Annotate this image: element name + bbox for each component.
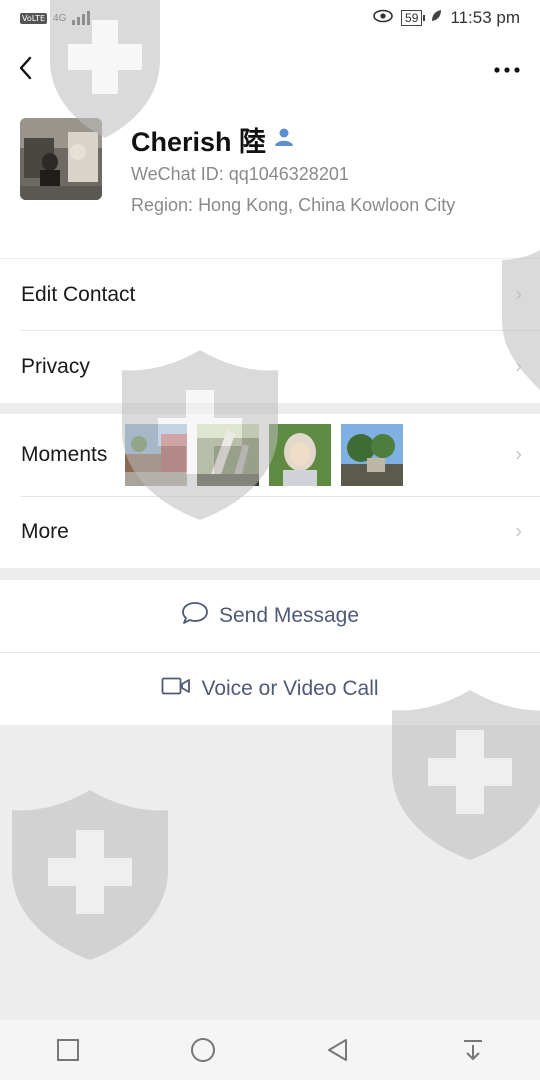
avatar[interactable] [20,118,102,200]
status-time: 11:53 pm [450,8,520,27]
more-row[interactable]: More › [0,496,540,568]
moment-photo [269,424,332,486]
square-icon [56,1039,79,1061]
region-value: Hong Kong, China Kowloon City [198,195,456,215]
chevron-right-icon: › [515,443,522,466]
send-message-button[interactable]: Send Message [0,580,540,652]
region-row: Region: Hong Kong, China Kowloon City [131,195,455,216]
more-label: More [21,520,69,543]
region-label: Region: [131,195,194,215]
wechat-id-row: WeChat ID: qq1046328201 [131,164,349,185]
chevron-right-icon: › [515,355,522,378]
chevron-left-icon [19,56,32,80]
actions-section: Send Message Voice or Video Call [0,580,540,725]
top-bar [0,36,540,100]
moments-row[interactable]: Moments › [0,414,540,496]
edit-contact-label: Edit Contact [21,283,136,306]
privacy-label: Privacy [21,355,90,378]
contact-settings-section: Edit Contact › Privacy › [0,259,540,403]
leaf-icon [430,8,442,28]
contact-name: Cherish 陸 [131,127,267,157]
eye-icon [373,8,393,28]
volte-badge: VoLTE [20,12,48,24]
wechat-id-value: qq1046328201 [228,164,349,184]
moments-section: Moments › More › [0,414,540,568]
more-button[interactable] [494,58,520,74]
signal-icon [72,11,91,25]
circle-icon [190,1038,215,1062]
chevron-right-icon: › [515,520,522,543]
voice-video-call-label: Voice or Video Call [201,677,379,700]
more-dots-icon [494,67,520,73]
status-left: VoLTE 4G [20,11,91,25]
send-message-label: Send Message [218,604,360,627]
privacy-row[interactable]: Privacy › [0,331,540,403]
video-camera-icon [161,676,191,702]
battery-indicator: 59 [401,10,426,26]
chat-bubble-icon [181,601,209,631]
moment-photo [125,424,188,486]
moment-photo [341,424,404,486]
status-right: 59 11:53 pm [373,8,520,28]
moment-photo [197,424,260,486]
triangle-back-icon [327,1039,347,1061]
pull-down-icon [463,1040,482,1061]
status-bar: VoLTE 4G 59 11:53 pm [0,0,540,36]
recents-button[interactable] [48,1030,88,1070]
back-nav-button[interactable] [318,1030,358,1070]
back-button[interactable] [14,52,46,84]
notification-pull-button[interactable] [453,1030,493,1070]
voice-video-call-button[interactable]: Voice or Video Call [0,653,540,725]
shield-watermark-icon [12,790,168,960]
name-row: Cherish 陸 [131,120,294,159]
home-button[interactable] [183,1030,223,1070]
moments-label: Moments [21,443,108,466]
system-nav-bar [0,1020,540,1080]
edit-contact-row[interactable]: Edit Contact › [0,259,540,331]
network-type: 4G [53,12,67,24]
contact-person-icon [274,127,294,152]
chevron-right-icon: › [515,283,522,306]
profile-header: Cherish 陸 WeChat ID: qq1046328201 Region… [0,100,540,258]
moments-thumbnails [125,424,404,486]
wechat-id-label: WeChat ID: [131,164,224,184]
